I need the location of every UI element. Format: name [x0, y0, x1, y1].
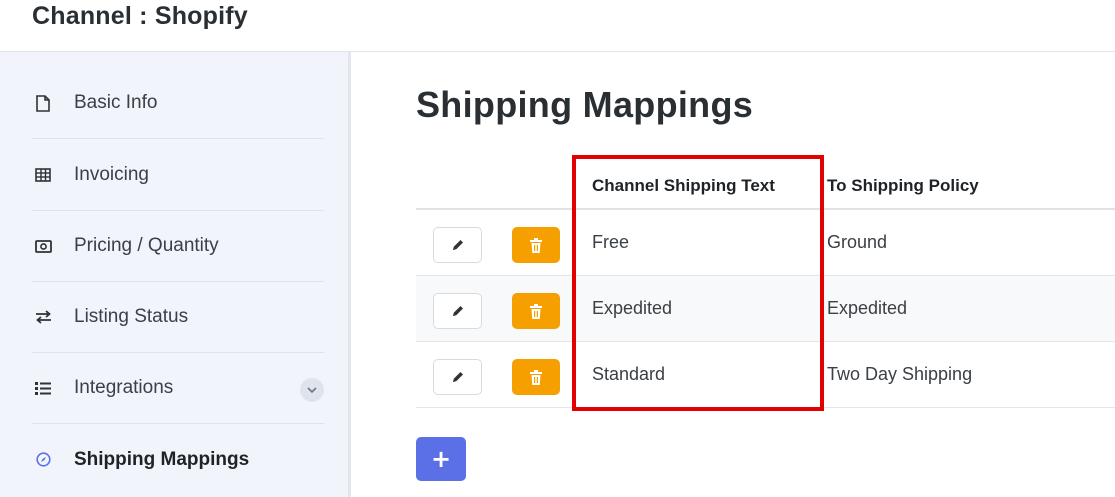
sidebar-item-label: Invoicing	[74, 164, 149, 185]
trash-icon	[530, 369, 542, 385]
delete-button[interactable]	[512, 359, 560, 395]
sidebar-item-listing-status[interactable]: Listing Status	[32, 282, 324, 353]
sidebar-item-integrations[interactable]: Integrations	[32, 353, 324, 424]
top-bar: Channel : Shopify	[0, 0, 1115, 52]
sidebar-item-label: Pricing / Quantity	[74, 235, 219, 256]
channel-title: Channel : Shopify	[32, 2, 248, 30]
shipping-policy-cell: Expedited	[827, 298, 908, 318]
sidebar-item-basic-info[interactable]: Basic Info	[32, 68, 324, 139]
highlight-annotation-box	[572, 155, 824, 411]
file-icon	[34, 94, 52, 112]
pencil-icon	[452, 306, 463, 316]
sidebar-item-label: Integrations	[74, 377, 174, 398]
add-mapping-button[interactable]: +	[416, 437, 466, 481]
edit-button[interactable]	[433, 227, 482, 263]
sidebar-item-invoicing[interactable]: Invoicing	[32, 140, 324, 211]
sidebar-item-shipping-mappings[interactable]: Shipping Mappings	[32, 424, 324, 495]
shipping-policy-cell: Two Day Shipping	[827, 364, 973, 384]
sidebar-item-label: Shipping Mappings	[74, 448, 250, 470]
trash-icon	[530, 237, 542, 253]
edit-button[interactable]	[433, 359, 482, 395]
table-icon	[34, 166, 52, 184]
pencil-icon	[452, 240, 463, 250]
delete-button[interactable]	[512, 293, 560, 329]
list-icon	[34, 379, 52, 397]
column-header-to-shipping-policy: To Shipping Policy	[827, 176, 979, 195]
money-icon	[34, 237, 52, 255]
page-title: Shipping Mappings	[416, 84, 754, 125]
trash-icon	[530, 303, 542, 319]
compass-icon	[34, 451, 52, 469]
exchange-icon	[34, 308, 52, 326]
chevron-down-icon[interactable]	[300, 378, 324, 402]
plus-icon: +	[430, 445, 452, 473]
edit-button[interactable]	[433, 293, 482, 329]
sidebar-item-pricing-quantity[interactable]: Pricing / Quantity	[32, 211, 324, 282]
shipping-policy-cell: Ground	[827, 232, 888, 252]
sidebar-item-label: Basic Info	[74, 92, 158, 113]
delete-button[interactable]	[512, 227, 560, 263]
sidebar: Basic Info Invoicing Pricing / Quantity …	[0, 52, 351, 497]
pencil-icon	[452, 372, 463, 382]
sidebar-item-label: Listing Status	[74, 306, 189, 327]
